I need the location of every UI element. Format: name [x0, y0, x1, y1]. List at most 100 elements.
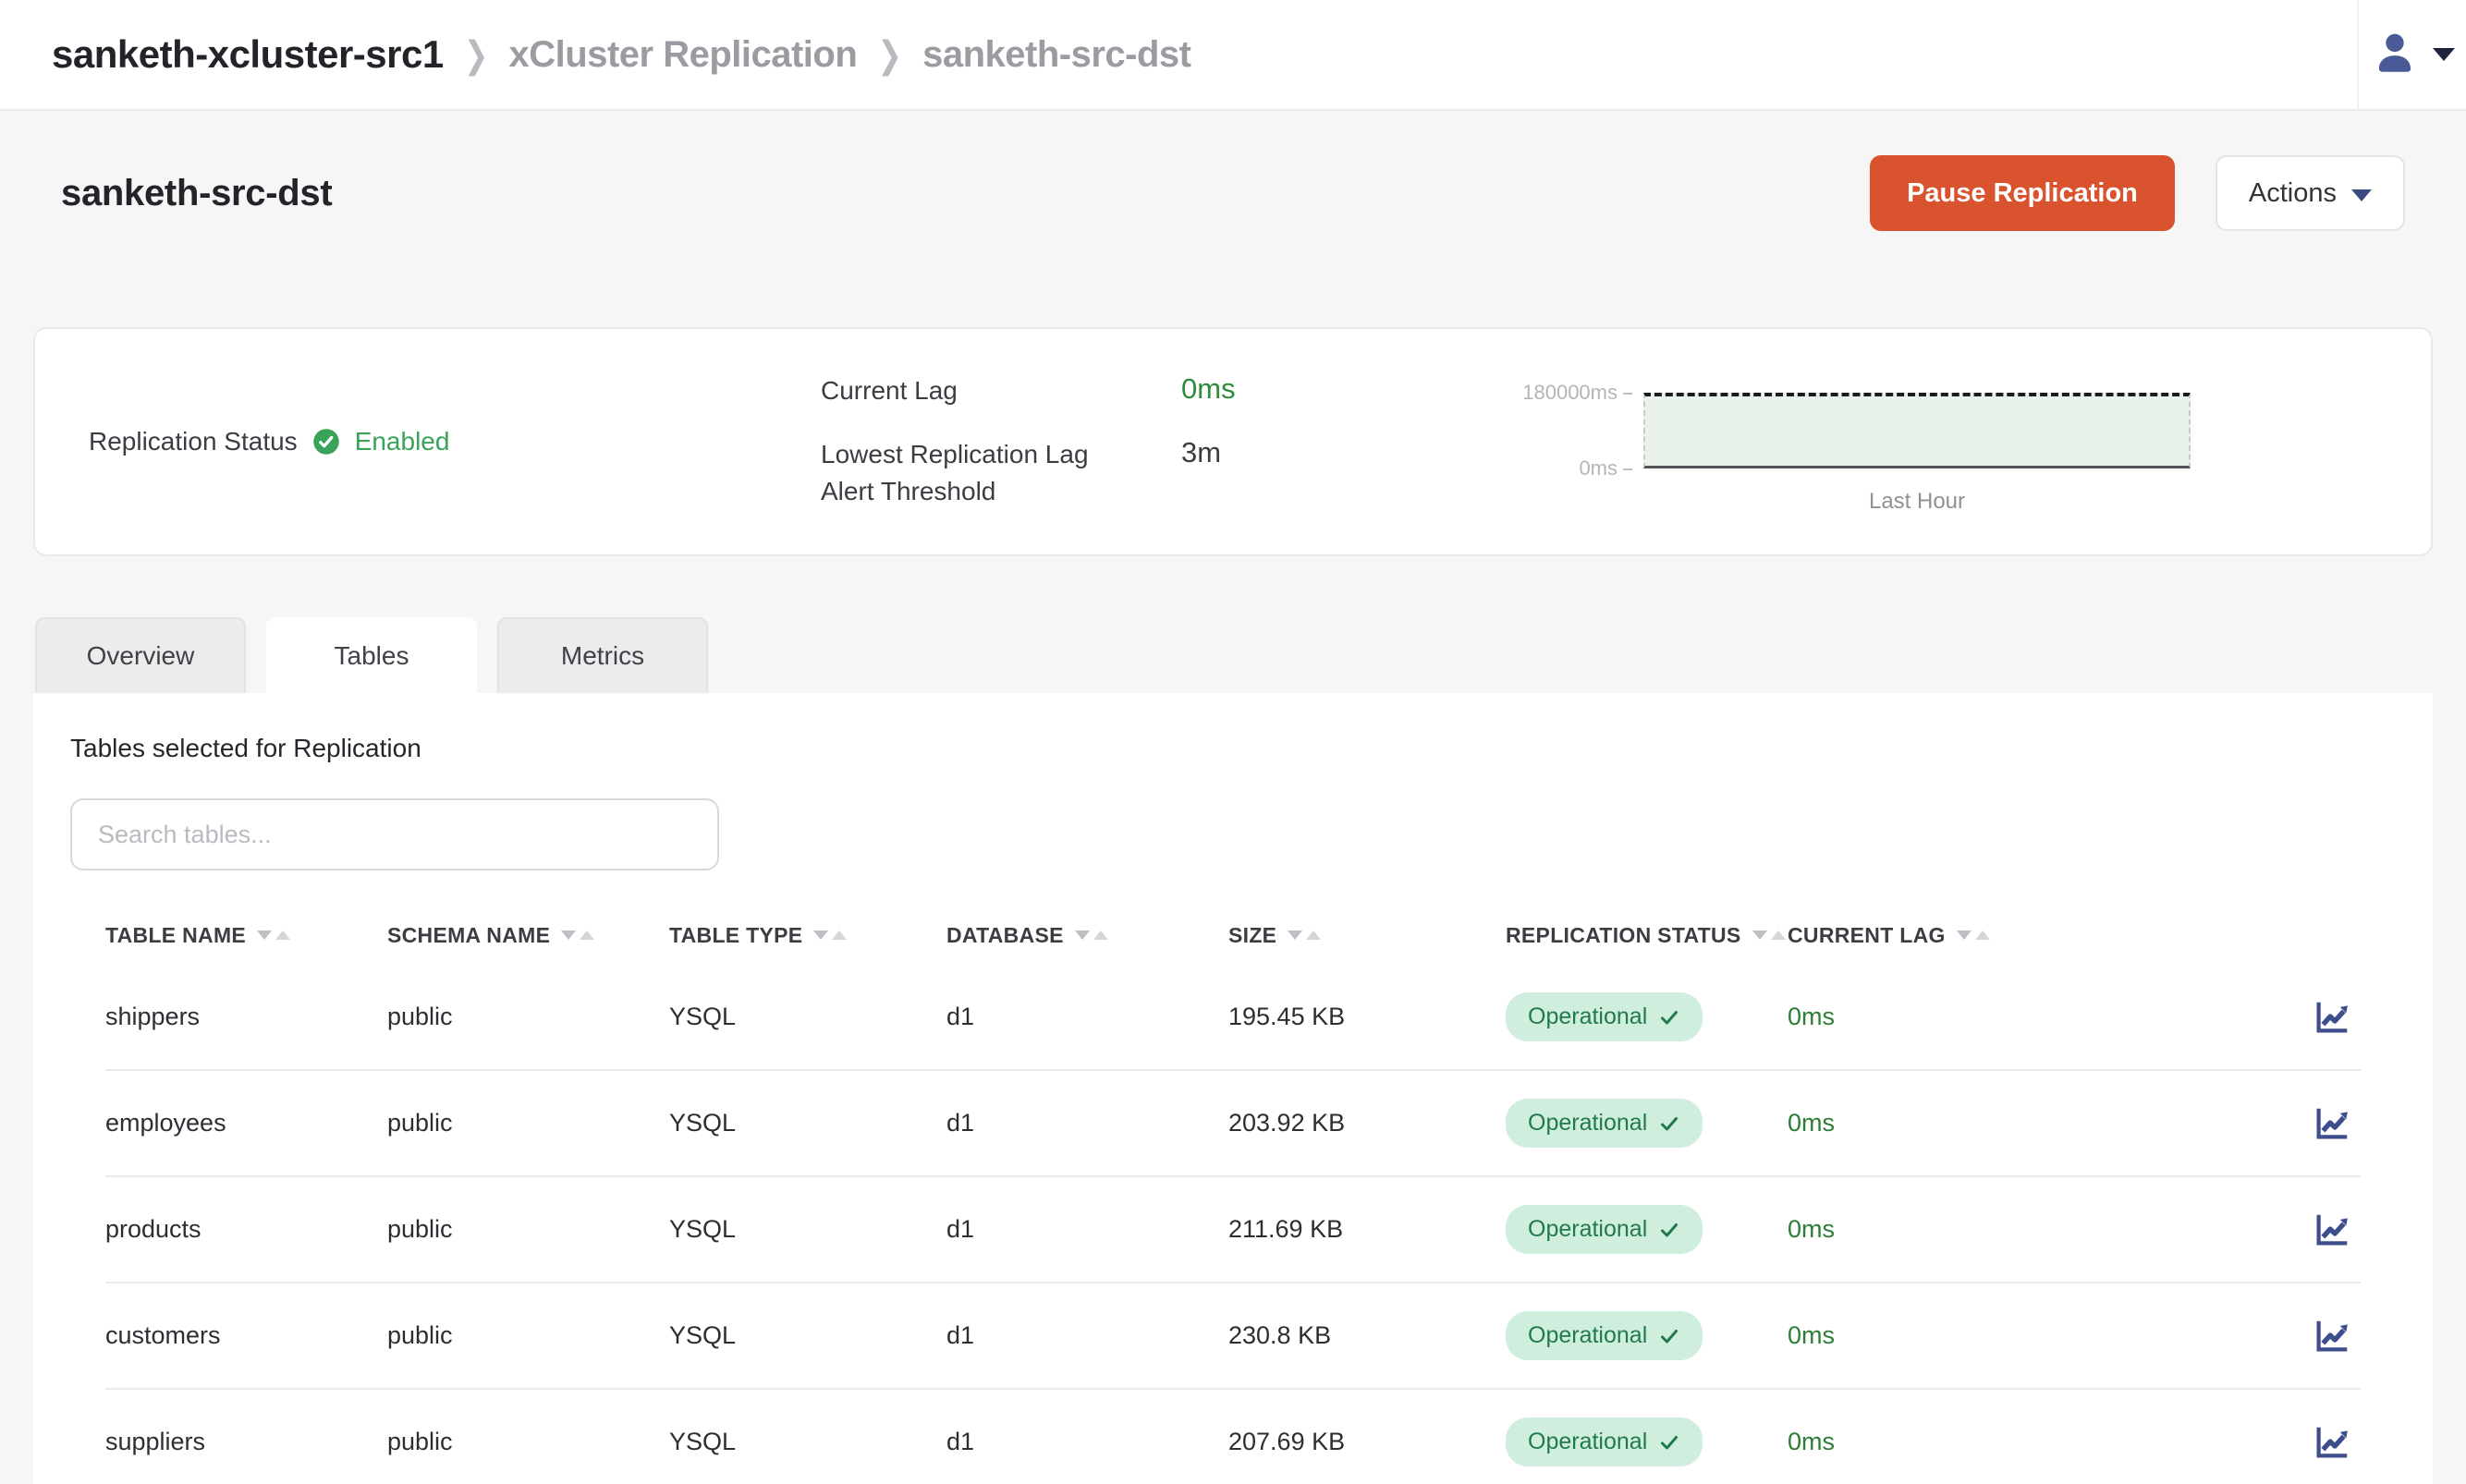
lag-threshold-value: 3m — [1181, 436, 1486, 469]
cell-table-type: YSQL — [669, 1321, 946, 1350]
cell-current-lag: 0ms — [1788, 1428, 2276, 1456]
check-icon — [1658, 1113, 1680, 1135]
lag-chart-xaxis-label: Last Hour — [1643, 489, 2191, 515]
cell-replication-status: Operational — [1506, 1311, 1788, 1360]
view-lag-chart-button[interactable] — [2309, 996, 2355, 1039]
table-row: customers public YSQL d1 230.8 KB Operat… — [105, 1283, 2361, 1390]
current-lag-label: Current Lag — [821, 372, 1181, 410]
sort-icons[interactable] — [813, 931, 847, 940]
panel-heading: Tables selected for Replication — [70, 734, 2396, 763]
cell-size: 230.8 KB — [1228, 1321, 1506, 1350]
chevron-down-icon — [2351, 189, 2372, 201]
tab-bar: Overview Tables Metrics — [33, 617, 2433, 693]
user-avatar-icon — [2370, 28, 2420, 82]
line-chart-icon — [2309, 1102, 2355, 1145]
column-header-database[interactable]: DATABASE — [946, 923, 1228, 948]
breadcrumb-universe[interactable]: sanketh-xcluster-src1 — [52, 32, 444, 77]
status-badge: Operational — [1506, 1417, 1703, 1466]
page-title: sanketh-src-dst — [61, 173, 332, 214]
cell-table-type: YSQL — [669, 1428, 946, 1456]
view-lag-chart-button[interactable] — [2309, 1421, 2355, 1464]
user-menu[interactable] — [2357, 0, 2466, 109]
actions-button[interactable]: Actions — [2216, 155, 2405, 231]
cell-table-type: YSQL — [669, 1215, 946, 1244]
cell-table-name: products — [105, 1215, 387, 1244]
cell-current-lag: 0ms — [1788, 1321, 2276, 1350]
sort-icons[interactable] — [1075, 931, 1108, 940]
cell-table-type: YSQL — [669, 1003, 946, 1031]
cell-table-name: customers — [105, 1321, 387, 1350]
line-chart-icon — [2309, 1421, 2355, 1464]
column-header-table-type[interactable]: TABLE TYPE — [669, 923, 946, 948]
lag-metrics: Current Lag 0ms Lowest Replication Lag A… — [821, 372, 1486, 511]
search-input[interactable] — [70, 798, 719, 870]
cell-size: 203.92 KB — [1228, 1109, 1506, 1137]
sort-icons[interactable] — [257, 931, 290, 940]
replication-tables-table: TABLE NAME SCHEMA NAME TABLE TYPE DATABA… — [105, 906, 2361, 1484]
cell-table-name: shippers — [105, 1003, 387, 1031]
cell-database: d1 — [946, 1321, 1228, 1350]
cell-schema-name: public — [387, 1428, 669, 1456]
view-lag-chart-button[interactable] — [2309, 1102, 2355, 1145]
page-header: sanketh-src-dst Pause Replication Action… — [61, 155, 2405, 231]
breadcrumb-separator-icon: ❯ — [877, 32, 902, 77]
line-chart-icon — [2309, 1315, 2355, 1357]
cell-database: d1 — [946, 1003, 1228, 1031]
lag-threshold-label: Lowest Replication Lag Alert Threshold — [821, 436, 1181, 511]
breadcrumb-current-page: sanketh-src-dst — [922, 34, 1190, 76]
tab-metrics[interactable]: Metrics — [497, 617, 708, 693]
line-chart-icon — [2309, 996, 2355, 1039]
breadcrumb: sanketh-xcluster-src1 ❯ xCluster Replica… — [0, 32, 1190, 77]
header-buttons: Pause Replication Actions — [1870, 155, 2405, 231]
topbar: sanketh-xcluster-src1 ❯ xCluster Replica… — [0, 0, 2466, 111]
tab-tables[interactable]: Tables — [266, 617, 477, 693]
table-row: shippers public YSQL d1 195.45 KB Operat… — [105, 965, 2361, 1071]
replication-status-value: Enabled — [355, 427, 450, 456]
column-header-table-name[interactable]: TABLE NAME — [105, 923, 387, 948]
column-header-replication-status[interactable]: REPLICATION STATUS — [1506, 923, 1788, 948]
cell-schema-name: public — [387, 1109, 669, 1137]
column-header-current-lag[interactable]: CURRENT LAG — [1788, 923, 2276, 948]
table-row: products public YSQL d1 211.69 KB Operat… — [105, 1177, 2361, 1283]
replication-status-card: Replication Status Enabled Current Lag 0… — [33, 327, 2433, 556]
cell-replication-status: Operational — [1506, 1099, 1788, 1148]
status-badge: Operational — [1506, 992, 1703, 1041]
sort-icons[interactable] — [1957, 931, 1990, 940]
cell-schema-name: public — [387, 1321, 669, 1350]
pause-replication-button[interactable]: Pause Replication — [1870, 155, 2175, 231]
sort-icons[interactable] — [561, 931, 594, 940]
check-icon — [1658, 1219, 1680, 1241]
replication-status-label: Replication Status — [89, 427, 298, 456]
view-lag-chart-button[interactable] — [2309, 1315, 2355, 1357]
sort-icons[interactable] — [1752, 931, 1786, 940]
cell-database: d1 — [946, 1109, 1228, 1137]
cell-table-name: suppliers — [105, 1428, 387, 1456]
check-icon — [1658, 1431, 1680, 1454]
cell-table-type: YSQL — [669, 1109, 946, 1137]
lag-chart-area — [1643, 393, 2191, 468]
tab-overview[interactable]: Overview — [35, 617, 246, 693]
column-header-schema-name[interactable]: SCHEMA NAME — [387, 923, 669, 948]
cell-size: 195.45 KB — [1228, 1003, 1506, 1031]
tables-panel: Tables selected for Replication TABLE NA… — [33, 693, 2433, 1484]
cell-replication-status: Operational — [1506, 992, 1788, 1041]
cell-table-name: employees — [105, 1109, 387, 1137]
view-lag-chart-button[interactable] — [2309, 1209, 2355, 1251]
status-badge: Operational — [1506, 1205, 1703, 1254]
sort-icons[interactable] — [1288, 931, 1321, 940]
cell-replication-status: Operational — [1506, 1205, 1788, 1254]
line-chart-icon — [2309, 1209, 2355, 1251]
lag-chart-ymax-label: 180000ms — [1486, 381, 1643, 405]
actions-button-label: Actions — [2249, 178, 2337, 209]
current-lag-value: 0ms — [1181, 372, 1486, 406]
cell-schema-name: public — [387, 1215, 669, 1244]
cell-replication-status: Operational — [1506, 1417, 1788, 1466]
cell-database: d1 — [946, 1215, 1228, 1244]
table-row: suppliers public YSQL d1 207.69 KB Opera… — [105, 1390, 2361, 1484]
cell-current-lag: 0ms — [1788, 1003, 2276, 1031]
lag-chart-ymin-label: 0ms — [1486, 456, 1643, 480]
replication-status: Replication Status Enabled — [35, 427, 821, 456]
cell-size: 211.69 KB — [1228, 1215, 1506, 1244]
column-header-size[interactable]: SIZE — [1228, 923, 1506, 948]
breadcrumb-xcluster-replication[interactable]: xCluster Replication — [509, 34, 858, 76]
